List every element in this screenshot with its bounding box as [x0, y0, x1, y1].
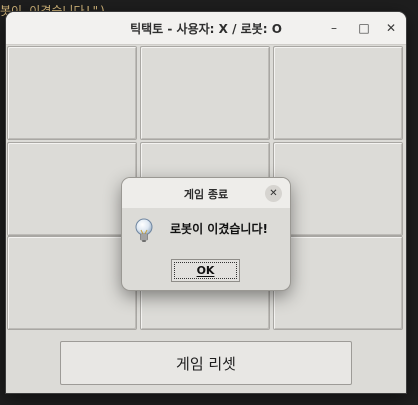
dialog-message: 로봇이 이겼습니다!	[170, 222, 268, 236]
ok-button-label: OK	[196, 264, 215, 277]
close-icon: ✕	[385, 21, 397, 35]
reset-game-label: 게임 리셋	[176, 354, 236, 373]
board-cell[interactable]	[7, 46, 137, 140]
game-over-dialog: 게임 종료 ✕ 로봇이 이겼습니다! OK	[122, 178, 290, 290]
board-cell[interactable]	[7, 142, 137, 236]
board-cell[interactable]	[273, 142, 403, 236]
board-cell[interactable]	[273, 236, 403, 330]
window-titlebar[interactable]: 틱택토 - 사용자: X / 로봇: O – □ ✕	[6, 12, 406, 45]
close-icon: ✕	[269, 188, 278, 199]
window-title: 틱택토 - 사용자: X / 로봇: O	[130, 22, 282, 36]
ok-button[interactable]: OK	[171, 259, 240, 282]
board-cell[interactable]	[7, 236, 137, 330]
close-button[interactable]: ✕	[381, 18, 401, 38]
minimize-icon: –	[331, 21, 337, 35]
board-cell[interactable]	[273, 46, 403, 140]
reset-game-button[interactable]: 게임 리셋	[60, 341, 352, 385]
board-cell[interactable]	[140, 46, 270, 140]
dialog-close-button[interactable]: ✕	[265, 185, 282, 202]
maximize-button[interactable]: □	[354, 18, 374, 38]
dialog-titlebar[interactable]: 게임 종료 ✕	[122, 178, 290, 208]
maximize-icon: □	[358, 21, 370, 35]
minimize-button[interactable]: –	[324, 18, 344, 38]
lightbulb-icon	[135, 218, 153, 242]
